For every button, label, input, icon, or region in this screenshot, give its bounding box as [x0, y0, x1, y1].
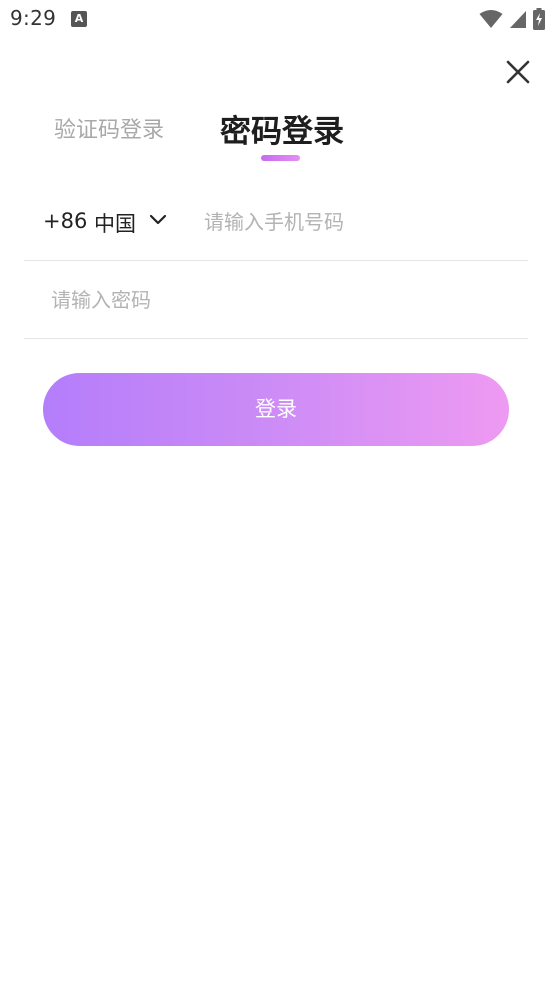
- login-screen: 9:29 A 验证码登录 密码登录 +86 中国 请输入手机号码 登录: [0, 0, 553, 984]
- tab-password-login[interactable]: 密码登录: [220, 106, 344, 151]
- login-button[interactable]: 登录: [43, 373, 509, 446]
- text-a-icon: A: [71, 11, 87, 27]
- phone-input[interactable]: [204, 204, 504, 240]
- tab-sms-code-login[interactable]: 验证码登录: [54, 112, 164, 144]
- battery-charging-icon: [533, 8, 545, 34]
- country-name[interactable]: 中国: [94, 208, 136, 238]
- status-time: 9:29: [10, 6, 57, 30]
- wifi-icon: [479, 9, 503, 33]
- password-row: [24, 262, 528, 339]
- status-icons: [479, 8, 545, 34]
- close-icon: [506, 60, 530, 84]
- active-tab-indicator: [261, 155, 300, 161]
- close-button[interactable]: [504, 58, 532, 86]
- country-code[interactable]: +86: [43, 209, 87, 233]
- password-input[interactable]: [51, 282, 491, 318]
- phone-row: +86 中国: [24, 190, 528, 261]
- chevron-down-icon[interactable]: [148, 212, 168, 228]
- cell-signal-icon: [509, 9, 527, 33]
- status-bar: 9:29 A: [0, 0, 553, 38]
